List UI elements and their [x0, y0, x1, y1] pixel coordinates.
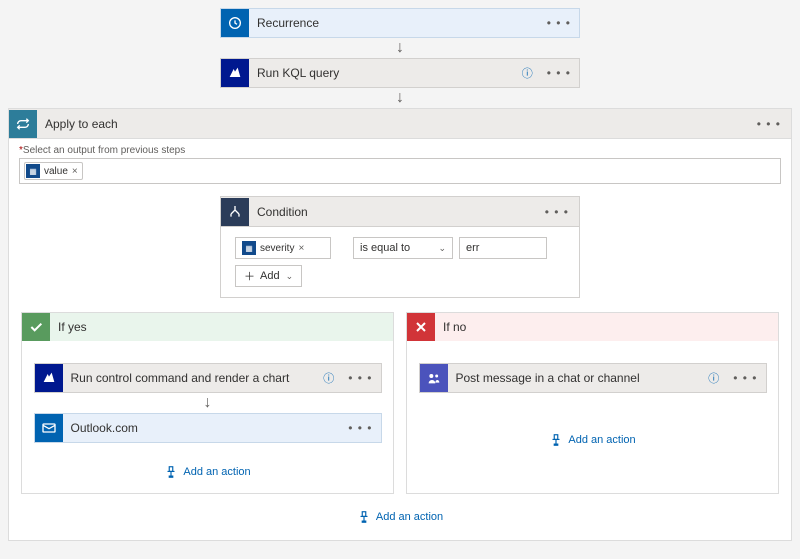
help-icon[interactable]: ⓘ [516, 65, 539, 81]
arrow-icon: ↓ [396, 88, 404, 108]
close-icon [407, 313, 435, 341]
arrow-icon: ↓ [396, 38, 404, 58]
scope-apply-to-each: Apply to each • • • *Select an output fr… [8, 108, 792, 541]
action-post-teams-message[interactable]: Post message in a chat or channel ⓘ • • … [419, 363, 767, 393]
more-icon[interactable]: • • • [340, 421, 380, 435]
remove-icon[interactable]: × [298, 243, 304, 254]
arrow-icon: ↓ [204, 393, 212, 413]
outputs-label: *Select an output from previous steps [19, 145, 781, 158]
chevron-down-icon: ⌄ [286, 271, 294, 282]
if-no-header: If no [407, 313, 778, 341]
action-run-control-command[interactable]: Run control command and render a chart ⓘ… [34, 363, 382, 393]
chevron-down-icon: ⌄ [438, 243, 446, 254]
add-action-button[interactable]: Add an action [357, 506, 443, 524]
severity-chip[interactable]: ▦ severity × [242, 241, 304, 255]
adx-icon: ▦ [242, 241, 256, 255]
trigger-recurrence[interactable]: Recurrence • • • [220, 8, 580, 38]
clock-icon [221, 9, 249, 37]
plus-icon: ＋ [244, 268, 255, 284]
scope-title: Apply to each [37, 117, 747, 131]
action-outlook[interactable]: Outlook.com • • • [34, 413, 382, 443]
condition-header[interactable]: Condition • • • [221, 197, 579, 227]
trigger-title: Recurrence [249, 16, 539, 30]
if-no-title: If no [435, 320, 466, 334]
outputs-field[interactable]: ▦ value × [19, 158, 781, 184]
condition-operator-select[interactable]: is equal to ⌄ [353, 237, 453, 259]
action-title: Run KQL query [249, 66, 516, 80]
help-icon[interactable]: ⓘ [317, 370, 340, 386]
branch-if-yes: If yes Run control command and render a … [21, 312, 394, 494]
condition-title: Condition [249, 205, 535, 219]
loop-icon [9, 110, 37, 138]
outlook-icon [35, 414, 63, 442]
add-action-button[interactable]: Add an action [549, 429, 635, 447]
branch-if-no: If no Post message in a chat or channel … [406, 312, 779, 494]
output-chip-value[interactable]: ▦ value × [24, 162, 83, 180]
action-run-kql[interactable]: Run KQL query ⓘ • • • [220, 58, 580, 88]
remove-icon[interactable]: × [72, 166, 78, 177]
if-yes-header: If yes [22, 313, 393, 341]
add-step-icon [357, 510, 371, 524]
add-action-button[interactable]: Add an action [164, 461, 250, 479]
add-step-icon [164, 465, 178, 479]
more-icon[interactable]: • • • [535, 205, 579, 219]
more-icon[interactable]: • • • [539, 66, 579, 80]
more-icon[interactable]: • • • [725, 371, 765, 385]
condition-right-field[interactable]: err [459, 237, 547, 259]
scope-header[interactable]: Apply to each • • • [9, 109, 791, 139]
condition-left-field[interactable]: ▦ severity × [235, 237, 331, 259]
adx-icon: ▦ [26, 164, 40, 178]
help-icon[interactable]: ⓘ [702, 370, 725, 386]
more-icon[interactable]: • • • [747, 117, 791, 131]
if-yes-title: If yes [50, 320, 87, 334]
check-icon [22, 313, 50, 341]
add-condition-button[interactable]: ＋ Add ⌄ [235, 265, 302, 287]
adx-icon [35, 364, 63, 392]
more-icon[interactable]: • • • [539, 16, 579, 30]
more-icon[interactable]: • • • [340, 371, 380, 385]
condition-icon [221, 198, 249, 226]
teams-icon [420, 364, 448, 392]
condition-card: Condition • • • ▦ severity × [220, 196, 580, 298]
adx-icon [221, 59, 249, 87]
add-step-icon [549, 433, 563, 447]
